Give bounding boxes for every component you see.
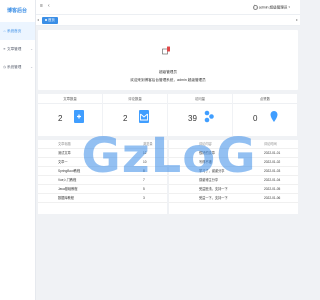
table-cell: 2022-01-03 bbox=[264, 169, 281, 173]
table-cell: 7 bbox=[143, 178, 145, 182]
stat-title: 文章数量 bbox=[38, 94, 102, 104]
sidebar-item-system[interactable]: ◷系统管理 ⌄ bbox=[0, 58, 35, 76]
sidebar-item-dashboard[interactable]: ⌂系统首页 bbox=[0, 22, 35, 40]
list-icon: ≡ bbox=[3, 47, 6, 51]
stat-title: 点赞数 bbox=[233, 94, 297, 104]
table-cell: 10 bbox=[143, 160, 147, 164]
stat-value: 2 bbox=[58, 114, 63, 123]
table-cell: 2022-01-05 bbox=[264, 187, 281, 191]
table-cell: Java基础教程 bbox=[58, 187, 78, 191]
table-row[interactable]: 很好的文章 2022-01-01 bbox=[169, 149, 298, 158]
table-row[interactable]: Java基础教程 5 bbox=[38, 185, 167, 194]
table-cell: 2022-01-04 bbox=[264, 178, 281, 182]
users-icon bbox=[204, 110, 214, 123]
active-dot-icon bbox=[45, 19, 47, 22]
tab-home[interactable]: 首页 bbox=[42, 17, 58, 24]
column-header: 文章标题 bbox=[58, 142, 71, 146]
table-cell: 8 bbox=[143, 169, 145, 173]
table-cell: 5 bbox=[143, 187, 145, 191]
avatar bbox=[252, 5, 258, 10]
sidebar-item-label: 系统首页 bbox=[7, 29, 22, 33]
top-header: ≡ ‹ ⛶ admin 超级管理员▾ bbox=[36, 0, 300, 15]
welcome-icon bbox=[162, 46, 172, 57]
table-cell: 测试文章 bbox=[58, 151, 71, 155]
stat-card-articles[interactable]: 文章数量 2 bbox=[38, 94, 102, 136]
stat-value: 2 bbox=[123, 114, 128, 123]
table-cell: 感谢博主分享 bbox=[199, 178, 219, 182]
chevron-down-icon: ⌄ bbox=[30, 65, 33, 69]
home-icon: ⌂ bbox=[3, 29, 6, 33]
stat-card-visits[interactable]: 访问量 39 bbox=[168, 94, 232, 136]
table-row[interactable]: Vue入门教程 7 bbox=[38, 176, 167, 185]
table-row[interactable]: 写得不错 2022-01-02 bbox=[169, 158, 298, 167]
table-row[interactable]: 数据库教程 3 bbox=[38, 194, 167, 203]
table-cell: SpringBoot教程 bbox=[58, 169, 81, 173]
table-cell: 很好的文章 bbox=[199, 151, 215, 155]
table-row[interactable]: 受益匪浅，支持一下 2022-01-05 bbox=[169, 185, 298, 194]
app: 博客后台 ⌂系统首页 ≡ 文章管理 ⌄ ◷系统管理 ⌄ ≡ ‹ ⛶ admin 超… bbox=[0, 0, 300, 300]
table-cell: 文章一 bbox=[58, 160, 68, 164]
menu-toggle-icon[interactable]: ≡ bbox=[40, 3, 43, 9]
location-pin-icon bbox=[270, 111, 278, 122]
table-cell: 3 bbox=[143, 196, 145, 200]
column-header: 评论内容 bbox=[199, 142, 212, 146]
mail-icon bbox=[139, 110, 149, 123]
table-cell: Vue入门教程 bbox=[58, 178, 77, 182]
stat-value: 39 bbox=[188, 114, 197, 123]
column-header: 浏览量 bbox=[143, 142, 153, 146]
tab-scroll-left-icon[interactable]: ◂ bbox=[37, 17, 39, 22]
chevron-down-icon: ⌄ bbox=[30, 47, 33, 51]
table-row[interactable]: 文章一 10 bbox=[38, 158, 167, 167]
tab-scroll-right-icon[interactable]: ▸ bbox=[296, 17, 298, 22]
table-cell: 2022-01-02 bbox=[264, 160, 281, 164]
sidebar-item-articles[interactable]: ≡ 文章管理 ⌄ bbox=[0, 40, 35, 58]
popular-articles-table: 文章标题 浏览量 测试文章 12 文章一 10 SpringBoot教程 8 Vue入门… bbox=[38, 140, 167, 214]
table-row[interactable]: 学习了，谢谢分享 2022-01-03 bbox=[169, 167, 298, 176]
welcome-role: 超级管理员 bbox=[159, 70, 177, 74]
stat-card-comments[interactable]: 评论数量 2 bbox=[103, 94, 167, 136]
welcome-message: 欢迎来到博客后台管理系统，admin 超级管理员 bbox=[130, 78, 206, 82]
table-cell: 受益一下，支持一下 bbox=[199, 196, 228, 200]
settings-icon: ◷ bbox=[3, 65, 6, 69]
chevron-left-icon[interactable]: ‹ bbox=[48, 3, 50, 9]
table-cell: 受益匪浅，支持一下 bbox=[199, 187, 228, 191]
column-header: 评论时间 bbox=[264, 142, 277, 146]
table-cell: 学习了，谢谢分享 bbox=[199, 169, 225, 173]
table-cell: 写得不错 bbox=[199, 160, 212, 164]
table-cell: 2022-01-06 bbox=[264, 196, 281, 200]
user-menu[interactable]: admin 超级管理员▾ bbox=[252, 5, 290, 10]
stat-card-likes[interactable]: 点赞数 0 bbox=[233, 94, 297, 136]
sidebar-item-label: 系统管理 bbox=[7, 65, 22, 69]
tab-label: 首页 bbox=[48, 18, 55, 22]
user-name: admin 超级管理员 bbox=[258, 5, 288, 10]
table-cell: 2022-01-01 bbox=[264, 151, 281, 155]
welcome-card: 超级管理员 欢迎来到博客后台管理系统，admin 超级管理员 bbox=[38, 30, 298, 90]
sidebar-item-label: 文章管理 bbox=[7, 47, 22, 51]
table-row[interactable]: SpringBoot教程 8 bbox=[38, 167, 167, 176]
table-cell: 12 bbox=[143, 151, 147, 155]
stat-value: 0 bbox=[253, 114, 258, 123]
table-row[interactable]: 受益一下，支持一下 2022-01-06 bbox=[169, 194, 298, 203]
stat-title: 访问量 bbox=[168, 94, 232, 104]
table-row[interactable]: 感谢博主分享 2022-01-04 bbox=[169, 176, 298, 185]
caret-down-icon: ▾ bbox=[288, 5, 290, 10]
sidebar: 博客后台 ⌂系统首页 ≡ 文章管理 ⌄ ◷系统管理 ⌄ bbox=[0, 0, 36, 300]
app-logo[interactable]: 博客后台 bbox=[0, 0, 35, 22]
table-cell: 数据库教程 bbox=[58, 196, 74, 200]
table-header: 文章标题 浏览量 bbox=[38, 140, 167, 149]
stat-title: 评论数量 bbox=[103, 94, 167, 104]
document-add-icon bbox=[74, 110, 84, 123]
recent-comments-table: 评论内容 评论时间 很好的文章 2022-01-01 写得不错 2022-01-02 … bbox=[169, 140, 298, 214]
table-header: 评论内容 评论时间 bbox=[169, 140, 298, 149]
table-row[interactable]: 测试文章 12 bbox=[38, 149, 167, 158]
tab-bar: ◂ 首页 ▸ bbox=[36, 15, 300, 26]
